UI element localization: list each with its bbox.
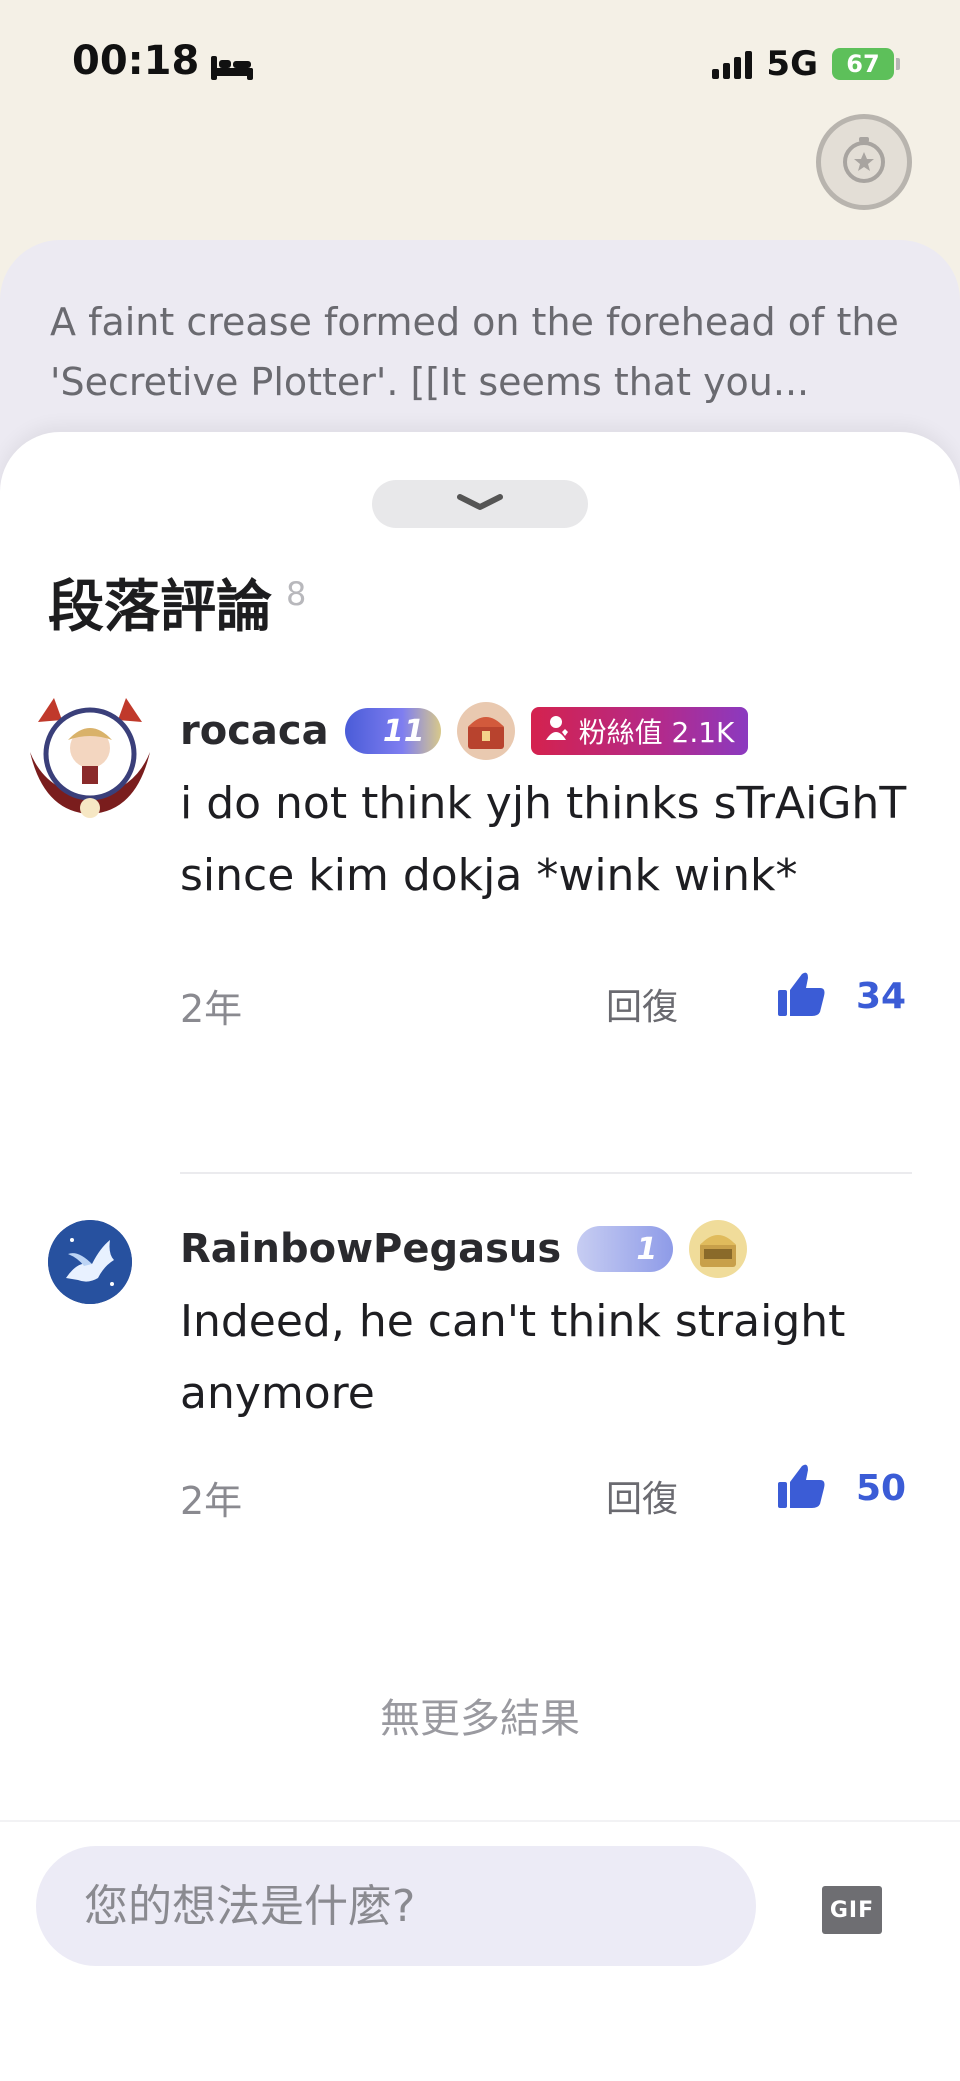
signal-icon bbox=[712, 49, 753, 79]
comment-input[interactable] bbox=[36, 1846, 756, 1966]
bed-icon bbox=[209, 46, 255, 80]
battery-icon: 67 bbox=[832, 48, 900, 80]
like-count: 34 bbox=[856, 975, 907, 1017]
paragraph-text: A faint crease formed on the forehead of… bbox=[50, 300, 899, 404]
status-right: 5G 67 bbox=[712, 44, 900, 84]
chest-badge-icon bbox=[689, 1220, 748, 1278]
comment-text: i do not think yjh thinks sTrAiGhT since… bbox=[180, 778, 907, 901]
sheet-title: 段落評論 bbox=[48, 575, 272, 640]
stopwatch-icon bbox=[839, 135, 889, 189]
level-number: 1 bbox=[636, 1231, 658, 1267]
no-more-results: 無更多結果 bbox=[380, 1696, 580, 1742]
like-button[interactable]: 34 bbox=[776, 970, 906, 1022]
fan-value-label: 粉絲值 2.1K bbox=[578, 716, 735, 749]
comment-count: 8 bbox=[286, 575, 307, 613]
collapse-sheet-button[interactable] bbox=[372, 480, 588, 528]
gif-label: GIF bbox=[829, 1897, 875, 1923]
status-time: 00:18 bbox=[72, 38, 200, 84]
username[interactable]: RainbowPegasus bbox=[180, 1226, 561, 1272]
comment-time: 2年 bbox=[180, 1479, 243, 1523]
avatar[interactable] bbox=[24, 692, 156, 824]
network-label: 5G bbox=[766, 44, 818, 84]
thumbs-up-icon bbox=[776, 970, 826, 1022]
comment-header: rocaca 11 粉絲值 2.1K bbox=[180, 702, 749, 760]
comment-header: RainbowPegasus 1 bbox=[180, 1220, 748, 1278]
comment-text: Indeed, he can't think straight anymore bbox=[180, 1296, 846, 1419]
comment-time: 2年 bbox=[180, 987, 243, 1031]
fan-value-badge: 粉絲值 2.1K bbox=[530, 707, 749, 755]
battery-level: 67 bbox=[846, 50, 880, 78]
chest-badge-icon bbox=[456, 702, 515, 760]
comment-footer: 2年 回復 50 bbox=[180, 1462, 912, 1523]
fan-icon bbox=[545, 714, 571, 749]
timer-button[interactable] bbox=[816, 114, 912, 210]
level-number: 11 bbox=[382, 713, 425, 749]
comment-footer: 2年 回復 34 bbox=[180, 970, 912, 1031]
level-badge: 11 bbox=[344, 708, 441, 754]
comment-input-bar: GIF bbox=[0, 1820, 960, 2081]
chevron-down-icon bbox=[455, 491, 505, 517]
like-count: 50 bbox=[856, 1467, 907, 1509]
username[interactable]: rocaca bbox=[180, 708, 329, 754]
reply-button[interactable]: 回復 bbox=[606, 1470, 678, 1522]
comment-divider bbox=[180, 1172, 912, 1174]
like-button[interactable]: 50 bbox=[776, 1462, 906, 1514]
thumbs-up-icon bbox=[776, 1462, 826, 1514]
gif-button[interactable]: GIF bbox=[822, 1886, 882, 1934]
sheet-header: 段落評論 8 bbox=[48, 572, 306, 644]
level-badge: 1 bbox=[577, 1226, 674, 1272]
status-bar: 00:18 5G 67 bbox=[0, 0, 960, 120]
status-time-group: 00:18 bbox=[72, 38, 255, 84]
reply-button[interactable]: 回復 bbox=[606, 978, 678, 1030]
avatar[interactable] bbox=[48, 1220, 132, 1304]
